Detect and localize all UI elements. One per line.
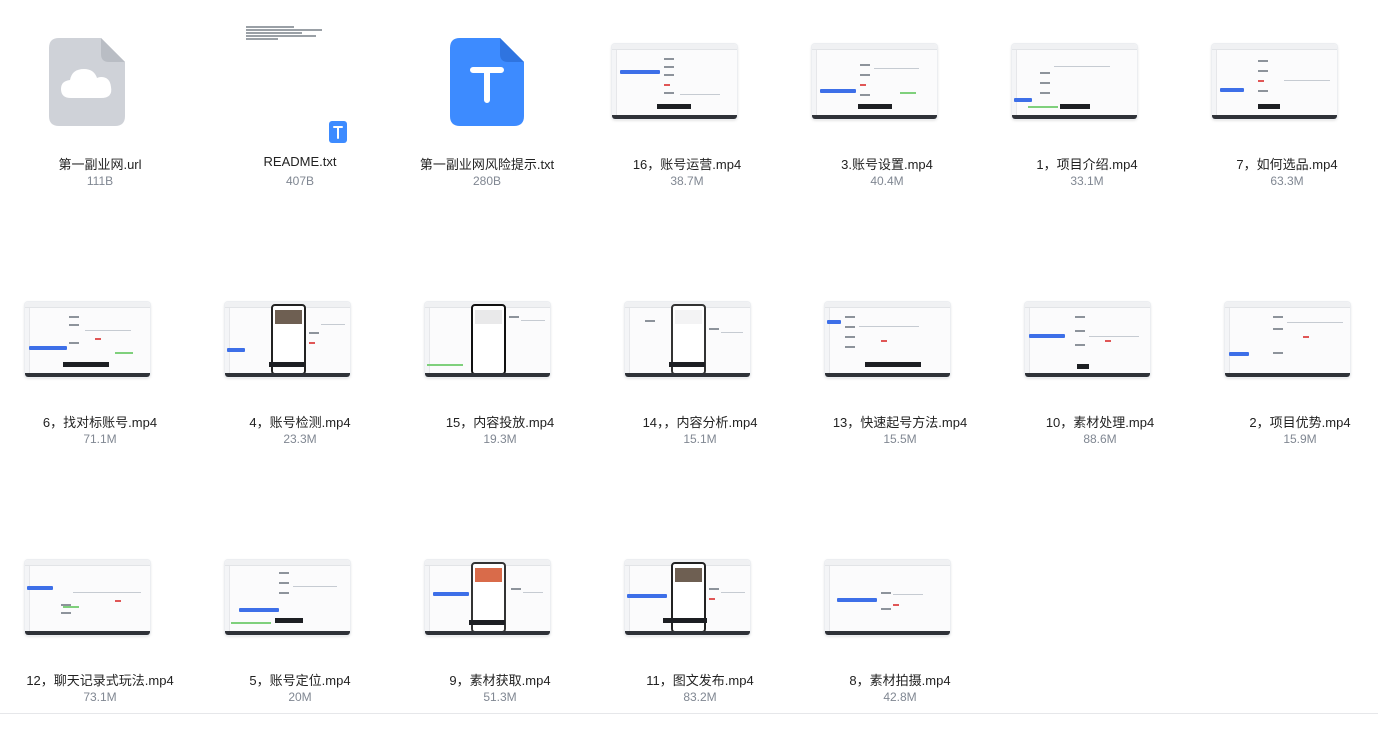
file-name: 第一副业网.url <box>58 157 142 172</box>
file-tile[interactable]: 12，聊天记录式玩法.mp4 73.1M <box>0 516 200 756</box>
file-name: 9，素材获取.mp4 <box>449 673 551 688</box>
video-thumbnail <box>825 560 950 635</box>
file-tile[interactable]: 14，，内容分析.mp4 15.1M <box>600 258 800 498</box>
file-name: 16，账号运营.mp4 <box>632 157 742 172</box>
video-thumbnail <box>25 560 150 635</box>
file-size: 73.1M <box>83 690 117 704</box>
file-tile[interactable]: 第一副业网风险提示.txt 280B <box>387 0 587 240</box>
cloud-file-icon <box>49 38 125 126</box>
file-size: 15.1M <box>683 432 717 446</box>
file-tile[interactable]: 13，快速起号方法.mp4 15.5M <box>800 258 1000 498</box>
file-tile[interactable]: 15，内容投放.mp4 19.3M <box>400 258 600 498</box>
video-thumbnail <box>1025 302 1150 377</box>
file-tile[interactable]: 16，账号运营.mp4 38.7M <box>587 0 787 240</box>
text-file-icon <box>329 121 347 143</box>
file-size: 19.3M <box>483 432 517 446</box>
file-size: 15.9M <box>1283 432 1317 446</box>
text-file-icon <box>450 38 524 126</box>
file-name: 5，账号定位.mp4 <box>249 673 351 688</box>
file-size: 280B <box>472 174 502 188</box>
file-size: 15.5M <box>883 432 917 446</box>
video-thumbnail <box>1225 302 1350 377</box>
file-name: 4，账号检测.mp4 <box>249 415 351 430</box>
file-size: 63.3M <box>1270 174 1304 188</box>
file-size: 71.1M <box>83 432 117 446</box>
file-tile[interactable]: 4，账号检测.mp4 23.3M <box>200 258 400 498</box>
file-name: 11，图文发布.mp4 <box>646 673 754 688</box>
file-name: 14，，内容分析.mp4 <box>642 415 758 430</box>
file-tile[interactable]: 11，图文发布.mp4 83.2M <box>600 516 800 756</box>
video-thumbnail <box>225 302 350 377</box>
file-size: 407B <box>285 174 315 188</box>
file-name: 12，聊天记录式玩法.mp4 <box>26 673 174 688</box>
video-thumbnail <box>612 44 737 119</box>
file-tile[interactable]: 1，项目介绍.mp4 33.1M <box>987 0 1187 240</box>
file-name: 第一副业网风险提示.txt <box>419 157 555 172</box>
video-thumbnail <box>1212 44 1337 119</box>
file-tile[interactable]: 6，找对标账号.mp4 71.1M <box>0 258 200 498</box>
file-name: 6，找对标账号.mp4 <box>42 415 158 430</box>
file-name: 10，素材处理.mp4 <box>1045 415 1155 430</box>
video-thumbnail <box>425 560 550 635</box>
file-tile[interactable]: 第一副业网.url 111B <box>0 0 200 240</box>
file-tile[interactable]: README.txt 407B <box>200 0 400 240</box>
file-name: README.txt <box>263 154 337 169</box>
document-preview <box>246 26 326 40</box>
file-name: 1，项目介绍.mp4 <box>1036 157 1138 172</box>
file-size: 111B <box>86 174 114 188</box>
video-thumbnail <box>25 302 150 377</box>
file-tile[interactable]: 2，项目优势.mp4 15.9M <box>1200 258 1378 498</box>
file-name: 15，内容投放.mp4 <box>445 415 555 430</box>
file-size: 38.7M <box>670 174 704 188</box>
file-tile[interactable]: 8，素材拍摄.mp4 42.8M <box>800 516 1000 756</box>
video-thumbnail <box>625 302 750 377</box>
file-size: 20M <box>288 690 312 704</box>
file-name: 3.账号设置.mp4 <box>841 157 933 172</box>
video-thumbnail <box>825 302 950 377</box>
video-thumbnail <box>225 560 350 635</box>
video-thumbnail <box>1012 44 1137 119</box>
file-name: 8，素材拍摄.mp4 <box>849 673 951 688</box>
file-tile[interactable]: 5，账号定位.mp4 20M <box>200 516 400 756</box>
file-name: 2，项目优势.mp4 <box>1249 415 1351 430</box>
file-size: 40.4M <box>870 174 904 188</box>
video-thumbnail <box>625 560 750 635</box>
file-tile[interactable]: 10，素材处理.mp4 88.6M <box>1000 258 1200 498</box>
bottom-divider <box>0 713 1378 714</box>
file-size: 33.1M <box>1070 174 1104 188</box>
file-tile[interactable]: 3.账号设置.mp4 40.4M <box>787 0 987 240</box>
file-size: 42.8M <box>883 690 917 704</box>
file-size: 23.3M <box>283 432 317 446</box>
file-tile[interactable]: 7，如何选品.mp4 63.3M <box>1187 0 1378 240</box>
file-name: 7，如何选品.mp4 <box>1236 157 1338 172</box>
file-name: 13，快速起号方法.mp4 <box>832 415 968 430</box>
file-grid: 第一副业网.url 111B README.txt 407B 第一副业网风险提示… <box>0 0 1378 716</box>
video-thumbnail <box>812 44 937 119</box>
file-size: 83.2M <box>683 690 717 704</box>
file-size: 88.6M <box>1083 432 1117 446</box>
file-tile[interactable]: 9，素材获取.mp4 51.3M <box>400 516 600 756</box>
video-thumbnail <box>425 302 550 377</box>
file-size: 51.3M <box>483 690 517 704</box>
